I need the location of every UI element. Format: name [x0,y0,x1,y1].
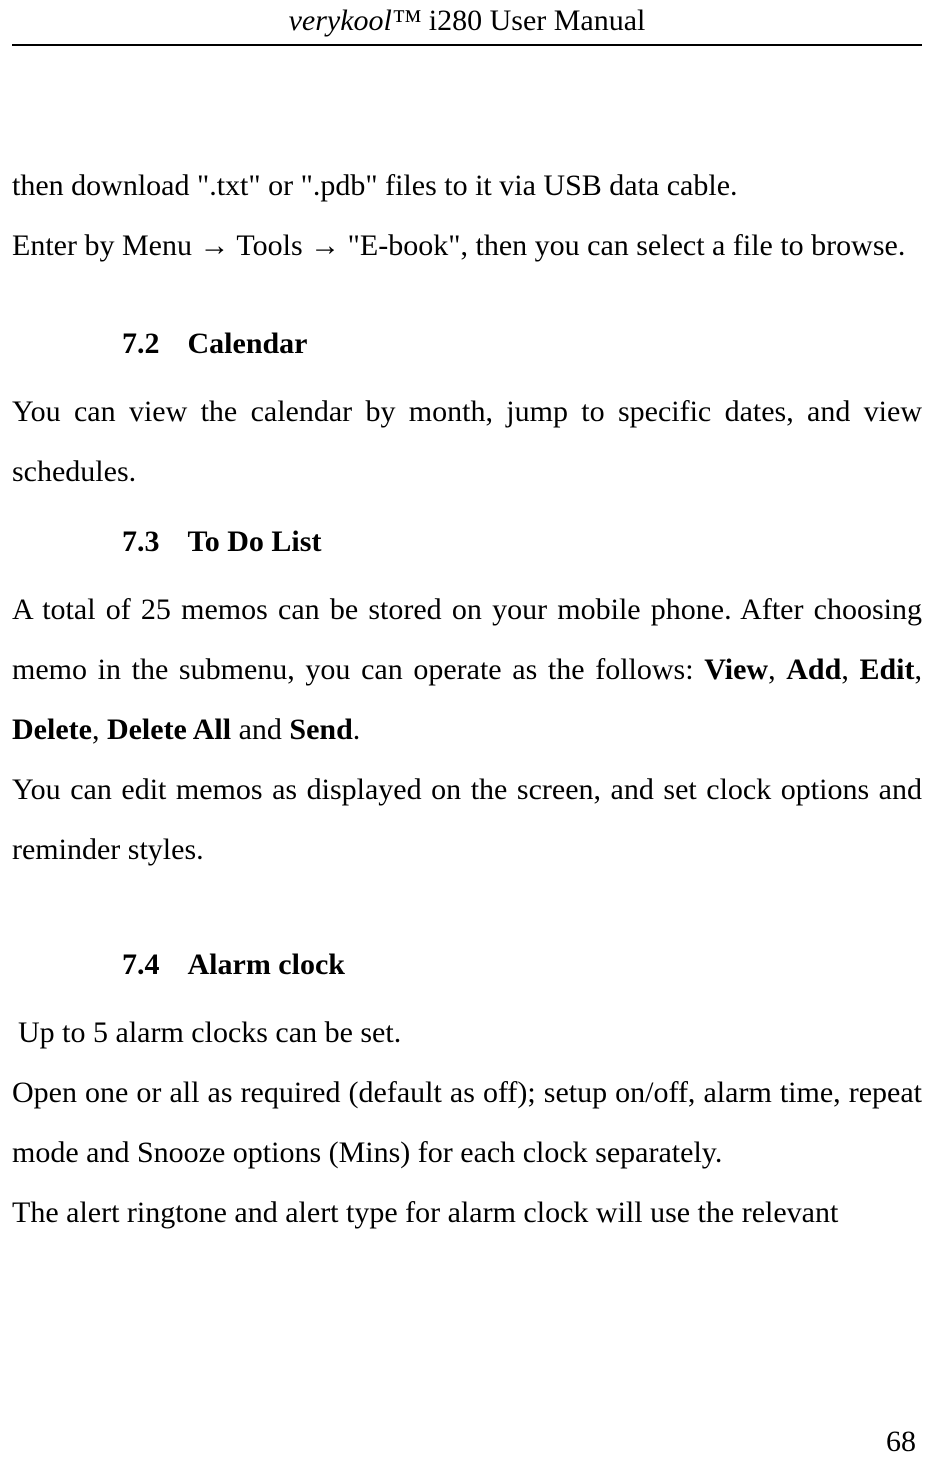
arrow-icon: → [310,229,340,262]
header-brand: verykool™ [289,4,422,37]
page-number: 68 [886,1425,916,1459]
body-text: , [768,653,786,686]
paragraph: A total of 25 memos can be stored on you… [12,580,922,760]
section-title: Alarm clock [188,948,345,981]
body-text: , [915,653,923,686]
bold-send: Send [289,713,352,746]
header-title: i280 User Manual [421,4,645,37]
section-title: Calendar [188,327,308,360]
section-number: 7.4 [122,935,160,995]
paragraph: then download ".txt" or ".pdb" files to … [12,156,922,216]
body-text: then download ".txt" or ".pdb" files to … [12,169,738,202]
body-text: and [231,713,289,746]
paragraph: You can view the calendar by month, jump… [12,382,922,502]
section-heading-todo: 7.3 To Do List [122,512,922,572]
paragraph: Open one or all as required (default as … [12,1063,922,1183]
body-text: Tools [229,229,310,262]
body-text: The alert ringtone and alert type for al… [12,1196,838,1229]
body-text: , [841,653,859,686]
body-text: Up to 5 alarm clocks can be set. [18,1016,401,1049]
bold-add: Add [786,653,841,686]
section-number: 7.2 [122,314,160,374]
body-text: . [353,713,361,746]
bold-delete: Delete [12,713,92,746]
section-title: To Do List [188,525,322,558]
section-heading-calendar: 7.2 Calendar [122,314,922,374]
section-heading-alarm: 7.4 Alarm clock [122,935,922,995]
body-text: You can edit memos as displayed on the s… [12,773,922,866]
body-text: Enter by Menu [12,229,199,262]
body-text: Open one or all as required (default as … [12,1076,922,1169]
paragraph: Enter by Menu → Tools → "E-book", then y… [12,216,922,276]
body-text: , [92,713,107,746]
bold-deleteall: Delete All [107,713,231,746]
page-content: then download ".txt" or ".pdb" files to … [12,156,922,1243]
arrow-icon: → [199,229,229,262]
section-number: 7.3 [122,512,160,572]
paragraph: The alert ringtone and alert type for al… [12,1183,922,1243]
page-header: verykool™ i280 User Manual [12,0,922,44]
bold-edit: Edit [859,653,914,686]
paragraph: You can edit memos as displayed on the s… [12,760,922,880]
header-divider [12,44,922,46]
bold-view: View [704,653,768,686]
paragraph: Up to 5 alarm clocks can be set. [18,1003,922,1063]
body-text: You can view the calendar by month, jump… [12,395,922,488]
body-text: "E-book", then you can select a file to … [340,229,905,262]
